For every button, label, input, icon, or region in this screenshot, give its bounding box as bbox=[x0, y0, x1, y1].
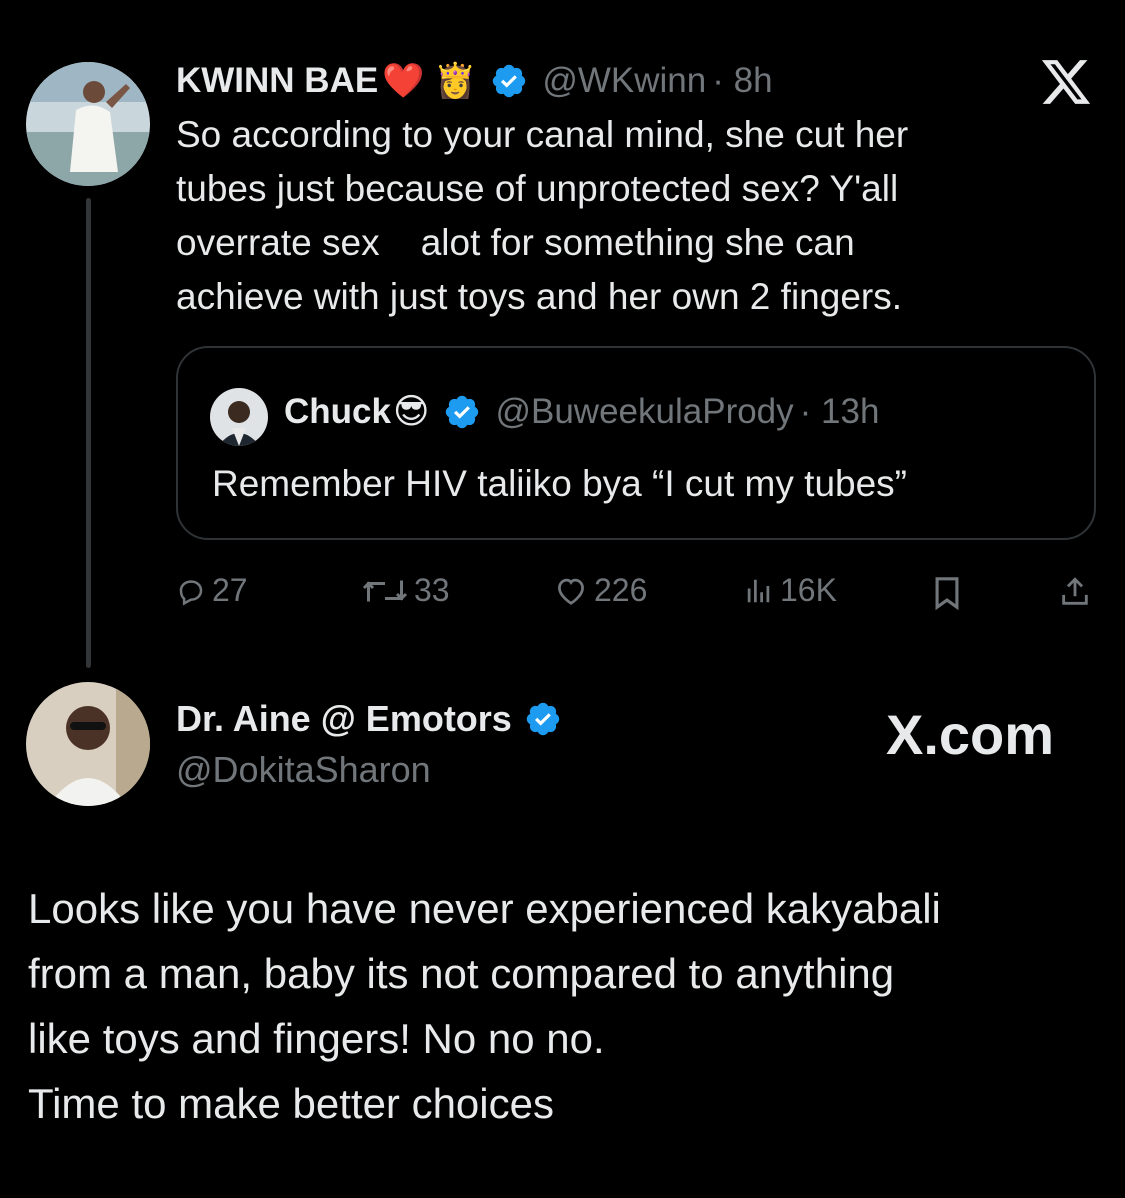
reply-author-name[interactable]: Dr. Aine @ Emotors bbox=[176, 698, 512, 740]
chuck-avatar[interactable] bbox=[210, 388, 268, 446]
repost-icon bbox=[362, 576, 408, 606]
share-icon[interactable] bbox=[1058, 574, 1092, 615]
like-count: 226 bbox=[594, 572, 648, 608]
repost-count: 33 bbox=[414, 572, 450, 608]
reply-button[interactable]: 27 bbox=[176, 572, 248, 609]
x-logo-icon[interactable] bbox=[1041, 60, 1092, 111]
quoted-tweet-header: Chuck 😎 @BuweekulaPrody · 13h bbox=[284, 386, 879, 438]
verified-badge-icon bbox=[490, 62, 528, 100]
views-count: 16K bbox=[780, 572, 837, 608]
views-icon bbox=[744, 576, 774, 606]
author-handle[interactable]: @WKwinn bbox=[542, 61, 706, 101]
x-com-watermark: X.com bbox=[886, 703, 1055, 766]
verified-badge-icon bbox=[524, 700, 562, 738]
like-button[interactable]: 226 bbox=[554, 572, 647, 609]
author-emoji: ❤️ 👸 bbox=[382, 62, 477, 100]
reply-count: 27 bbox=[212, 572, 248, 608]
thread-line bbox=[86, 198, 91, 668]
repost-button[interactable]: 33 bbox=[362, 572, 450, 609]
verified-badge-icon bbox=[443, 393, 481, 431]
reply-author-handle[interactable]: @DokitaSharon bbox=[176, 746, 431, 794]
author-name[interactable]: KWINN BAE bbox=[176, 61, 378, 101]
tweet-time[interactable]: · 8h bbox=[712, 61, 772, 101]
dokita-avatar[interactable] bbox=[26, 682, 150, 806]
bookmark-icon[interactable] bbox=[932, 576, 962, 615]
quoted-author-handle[interactable]: @BuweekulaPrody bbox=[495, 392, 793, 432]
quoted-tweet-text: Remember HIV taliiko bya “I cut my tubes… bbox=[212, 463, 907, 504]
reply-tweet-header: Dr. Aine @ Emotors bbox=[176, 694, 562, 744]
kwinn-avatar[interactable] bbox=[26, 62, 150, 186]
main-tweet-text: So according to your canal mind, she cut… bbox=[176, 114, 909, 317]
like-icon bbox=[554, 576, 588, 606]
views-button[interactable]: 16K bbox=[744, 572, 837, 609]
main-tweet-header: KWINN BAE ❤️ 👸 @WKwinn · 8h bbox=[176, 56, 773, 106]
quoted-author-name[interactable]: Chuck bbox=[284, 392, 391, 432]
quoted-tweet-card[interactable]: Chuck 😎 @BuweekulaPrody · 13h Remember H… bbox=[176, 346, 1096, 540]
reply-tweet-text: Looks like you have never experienced ka… bbox=[28, 885, 941, 1127]
reply-icon bbox=[176, 576, 206, 606]
quoted-author-emoji: 😎 bbox=[392, 392, 430, 431]
quoted-tweet-time[interactable]: · 13h bbox=[800, 392, 880, 432]
